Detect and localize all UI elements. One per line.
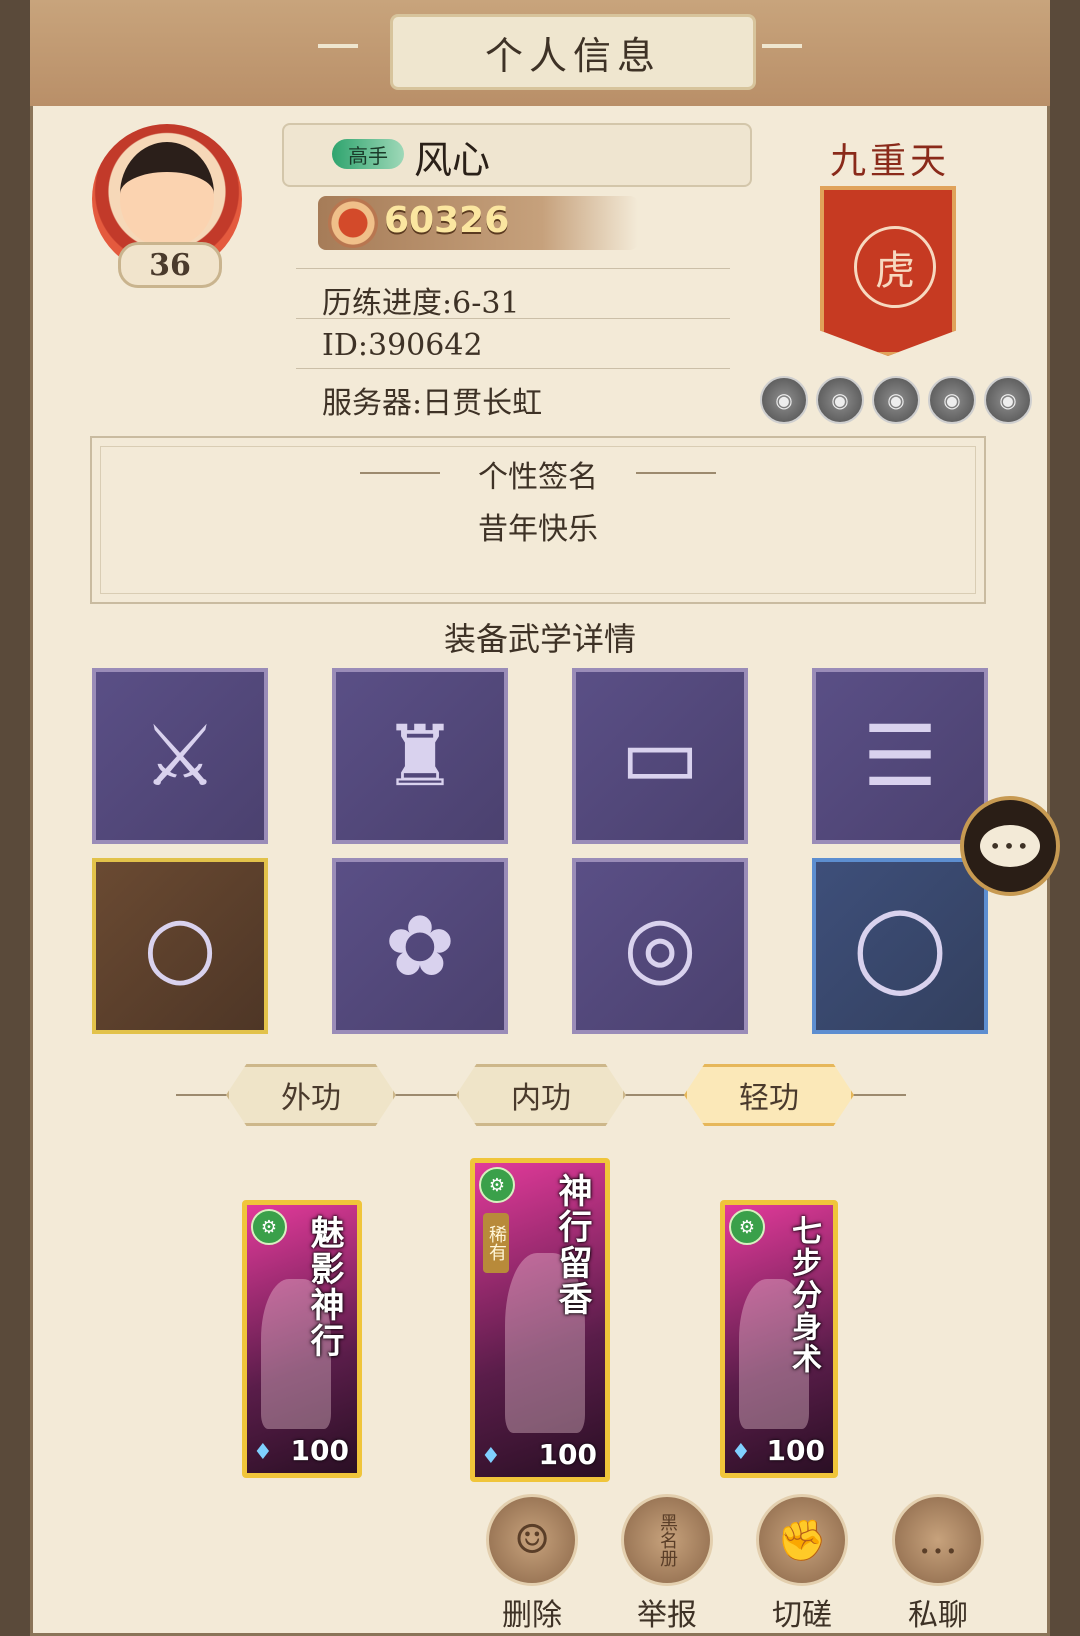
skill-gem-icon: ♦ (481, 1444, 501, 1469)
tiger-icon[interactable]: ◉ (872, 376, 920, 424)
skill-gem-icon: ♦ (253, 1440, 273, 1465)
tab-lightness[interactable]: 轻功 (684, 1064, 854, 1126)
skill-type-icon: ⚙ (251, 1209, 287, 1245)
skill-name: 神行留香 (552, 1173, 592, 1317)
monkey-icon[interactable]: ◉ (816, 376, 864, 424)
title-ornament-right (762, 44, 802, 48)
signature-box: 个性签名 昔年快乐 (90, 436, 986, 604)
skill-card[interactable]: ⚙ 七步分身术 ♦ 100 (720, 1200, 838, 1478)
skill-level: 100 (766, 1434, 825, 1467)
duel-fist-icon: ✊ (756, 1494, 848, 1586)
action-label: 删除 (502, 1598, 562, 1633)
left-border (0, 0, 30, 1636)
equipment-title: 装备武学详情 (443, 620, 636, 658)
avatar-portrait (120, 142, 214, 246)
rare-tag: 稀有 (483, 1213, 509, 1273)
realm-banner[interactable]: 虎 (820, 186, 956, 356)
bracelet-icon[interactable]: ○ (92, 858, 268, 1034)
combat-power-value: 60326 (384, 200, 510, 241)
boots-icon[interactable]: ☰ (812, 668, 988, 844)
signature-title: 个性签名 (478, 460, 598, 495)
signature-text: 昔年快乐 (478, 512, 598, 547)
delete-friend-icon: ☺ (486, 1494, 578, 1586)
private-chat-button[interactable]: … 私聊 (888, 1494, 988, 1634)
skill-type-icon: ⚙ (479, 1167, 515, 1203)
realm-progress-icons: ◉ ◉ ◉ ◉ ◉ (760, 376, 1032, 424)
report-button[interactable]: 黑名册 举报 (617, 1494, 717, 1634)
server-name: 服务器:日贯长虹 (322, 386, 543, 421)
page-title: 个人信息 (390, 14, 756, 90)
player-id: ID:390642 (322, 328, 483, 363)
hairpin-icon[interactable]: ✿ (332, 858, 508, 1034)
divider (296, 318, 730, 319)
divider (296, 268, 730, 269)
chat-float-button[interactable]: ••• (960, 796, 1060, 896)
skill-gem-icon: ♦ (731, 1440, 751, 1465)
dragon-icon[interactable]: ◉ (984, 376, 1032, 424)
chat-bubble-icon: ••• (980, 825, 1040, 867)
skill-level: 100 (290, 1434, 349, 1467)
progress-text: 历练进度:6-31 (322, 286, 520, 321)
skill-name: 魅影神行 (304, 1215, 344, 1359)
player-name: 风心 (414, 138, 491, 182)
skill-name: 七步分身术 (786, 1215, 821, 1375)
tab-external[interactable]: 外功 (226, 1064, 396, 1126)
player-avatar[interactable]: 36 (82, 124, 252, 288)
demon-icon[interactable]: ◉ (928, 376, 976, 424)
realm-title: 九重天 (830, 141, 951, 182)
header-bar: 个人信息 (30, 0, 1050, 106)
delete-button[interactable]: ☺ 删除 (482, 1494, 582, 1634)
rank-badge: 高手 (332, 139, 404, 169)
duel-button[interactable]: ✊ 切磋 (752, 1494, 852, 1634)
armor-icon[interactable]: ♜ (332, 668, 508, 844)
right-border (1050, 0, 1080, 1636)
action-label: 私聊 (908, 1598, 968, 1633)
name-bar: 高手 风心 (282, 123, 752, 187)
skill-level: 100 (538, 1438, 597, 1471)
belt-icon[interactable]: ▭ (572, 668, 748, 844)
skill-type-icon: ⚙ (729, 1209, 765, 1245)
sabre-icon[interactable]: ⚔ (92, 668, 268, 844)
title-ornament-left (318, 44, 358, 48)
action-label: 举报 (637, 1598, 697, 1633)
chat-bubble-icon: … (892, 1494, 984, 1586)
combat-power: 60326 (318, 196, 638, 250)
divider (636, 472, 716, 474)
action-label: 切磋 (772, 1598, 832, 1633)
ring-icon[interactable]: ◎ (572, 858, 748, 1034)
divider (296, 368, 730, 369)
tiger-emblem-icon: 虎 (854, 226, 936, 308)
level-badge: 36 (118, 242, 222, 288)
skill-card[interactable]: ⚙ 稀有 神行留香 ♦ 100 (470, 1158, 610, 1482)
blacklist-book-icon: 黑名册 (621, 1494, 713, 1586)
wolf-icon[interactable]: ◉ (760, 376, 808, 424)
tab-internal[interactable]: 内功 (456, 1064, 626, 1126)
skill-card[interactable]: ⚙ 魅影神行 ♦ 100 (242, 1200, 362, 1478)
bangle-icon[interactable]: ◯ (812, 858, 988, 1034)
sword-power-icon (328, 198, 378, 248)
